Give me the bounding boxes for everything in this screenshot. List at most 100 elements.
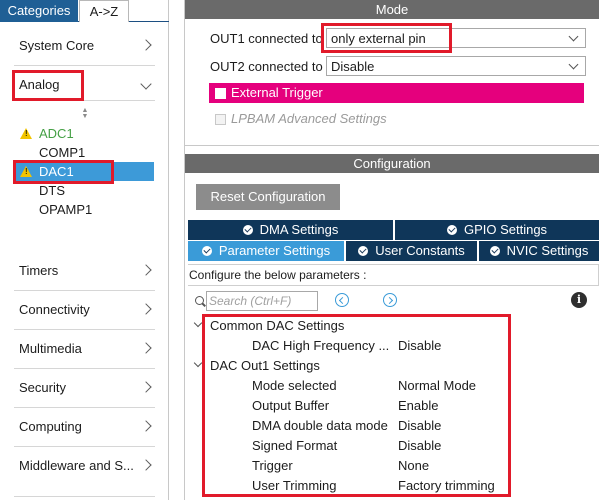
prev-arrow-icon[interactable] [335,293,349,307]
chevron-right-icon [138,378,154,396]
divider [14,496,155,497]
check-circle-icon [489,246,500,256]
param-name: Output Buffer [252,398,330,413]
tab-label: Parameter Settings [218,243,331,258]
group-dac-out1-settings[interactable]: DAC Out1 Settings [185,356,599,376]
panel-splitter[interactable] [169,0,185,500]
chevron-right-icon [138,300,154,318]
chevron-down-icon [568,59,580,73]
configuration-panel: Reset Configuration DMA Settings GPIO Se… [185,173,599,500]
category-label: Analog [19,77,60,92]
param-name: Mode selected [252,378,337,393]
out1-label: OUT1 connected to [210,31,323,46]
chevron-down-icon[interactable] [193,319,203,329]
param-row[interactable]: Trigger None [185,456,599,476]
tab-nvic-settings[interactable]: NVIC Settings [479,241,599,261]
chevron-down-icon[interactable] [193,359,203,369]
tab-label: GPIO Settings [463,222,548,237]
category-tab-bar: Categories A->Z [0,0,169,22]
tab-categories[interactable]: Categories [0,0,78,22]
warning-icon [20,166,32,177]
reset-configuration-button[interactable]: Reset Configuration [196,184,340,210]
param-value[interactable]: Disable [398,438,441,453]
chevron-right-icon [138,339,154,357]
category-label: Middleware and S... [19,458,134,473]
category-security[interactable]: Security [0,371,168,407]
checkbox-box[interactable] [215,114,226,125]
peripheral-dac1[interactable]: DAC1 [14,162,154,181]
search-placeholder: Search (Ctrl+F) [209,294,292,308]
main-panel: Mode OUT1 connected to only external pin… [185,0,599,500]
peripheral-label: DAC1 [39,164,74,179]
category-label: Computing [19,419,82,434]
param-value[interactable]: Factory trimming [398,478,495,493]
external-trigger-label: External Trigger [231,85,323,100]
param-value[interactable]: None [398,458,429,473]
param-value[interactable]: Normal Mode [398,378,476,393]
param-row[interactable]: User Trimming Factory trimming [185,476,599,496]
category-system-core[interactable]: System Core [0,29,168,65]
peripheral-label: DTS [39,183,65,198]
param-row[interactable]: DMA double data mode Disable [185,416,599,436]
category-middleware[interactable]: Middleware and S... [0,449,168,485]
param-value[interactable]: Disable [398,338,441,353]
mode-panel: OUT1 connected to only external pin OUT2… [185,19,599,146]
search-input[interactable]: Search (Ctrl+F) [206,291,318,311]
chevron-right-icon [138,36,154,54]
param-row[interactable]: Output Buffer Enable [185,396,599,416]
info-icon[interactable]: i [571,292,587,308]
out1-value: only external pin [331,31,426,46]
param-name: Signed Format [252,438,338,453]
category-multimedia[interactable]: Multimedia [0,332,168,368]
peripheral-opamp1[interactable]: OPAMP1 [14,200,154,219]
tab-user-constants[interactable]: User Constants [346,241,477,261]
peripheral-adc1[interactable]: ADC1 [14,124,154,143]
chevron-right-icon [138,417,154,435]
category-connectivity[interactable]: Connectivity [0,293,168,329]
out1-select[interactable]: only external pin [326,28,586,48]
chevron-right-icon [138,456,154,474]
chevron-down-icon [568,31,580,45]
tab-parameter-settings[interactable]: Parameter Settings [188,241,344,261]
param-name: Trigger [252,458,293,473]
check-circle-icon [358,246,369,256]
category-label: Security [19,380,66,395]
divider [14,329,155,330]
peripheral-label: COMP1 [39,145,86,160]
param-value[interactable]: Disable [398,418,441,433]
divider [14,100,155,101]
out2-value: Disable [331,59,375,74]
divider [14,368,155,369]
param-name: DMA double data mode [252,418,388,433]
mode-header: Mode [185,0,599,19]
checkbox-box[interactable] [215,88,226,99]
category-analog[interactable]: Analog [0,68,168,104]
peripheral-comp1[interactable]: COMP1 [14,143,154,162]
group-title: Common DAC Settings [210,318,345,333]
category-label: Timers [19,263,59,278]
param-row[interactable]: Mode selected Normal Mode [185,376,599,396]
tab-dma-settings[interactable]: DMA Settings [188,220,393,240]
param-row[interactable]: Signed Format Disable [185,436,599,456]
category-timers[interactable]: Timers [0,254,168,290]
next-arrow-icon[interactable] [383,293,397,307]
peripheral-dts[interactable]: DTS [14,181,154,200]
tab-gpio-settings[interactable]: GPIO Settings [395,220,599,240]
sort-arrows-icon[interactable]: ▲ ▼ [80,107,90,120]
peripheral-label: ADC1 [39,126,74,141]
param-name: User Trimming [252,478,337,493]
lpbam-checkbox[interactable]: LPBAM Advanced Settings [209,109,584,129]
out2-select[interactable]: Disable [326,56,586,76]
external-trigger-checkbox[interactable]: External Trigger [209,83,584,103]
tab-label: User Constants [375,243,465,258]
group-common-dac-settings[interactable]: Common DAC Settings [185,316,599,336]
tab-a-to-z[interactable]: A->Z [79,0,129,22]
out2-label: OUT2 connected to [210,59,323,74]
divider [14,65,155,66]
param-value[interactable]: Enable [398,398,438,413]
check-circle-icon [242,225,253,235]
param-row[interactable]: DAC High Frequency ... Disable [185,336,599,356]
category-computing[interactable]: Computing [0,410,168,446]
search-icon [195,296,204,305]
divider [14,446,155,447]
